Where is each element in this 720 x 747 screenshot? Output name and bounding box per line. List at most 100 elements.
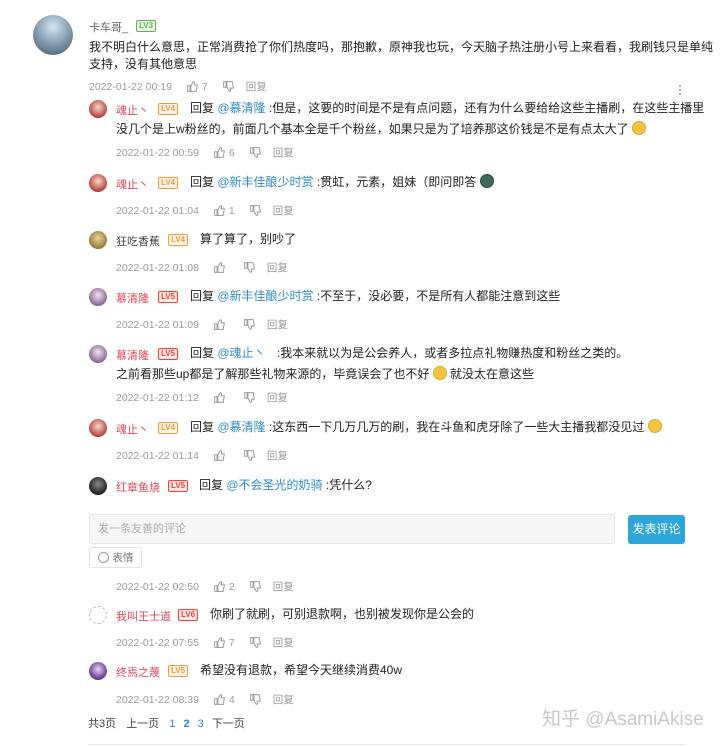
like-count: 4 bbox=[228, 693, 235, 706]
level-badge: LV5 bbox=[168, 665, 189, 677]
thumb-down-icon[interactable] bbox=[249, 636, 262, 649]
mention-link[interactable]: @不会圣光的奶骑 bbox=[226, 478, 322, 492]
reply-content: 就没太在意这些 bbox=[450, 367, 535, 381]
username[interactable]: 终焉之蔑 bbox=[116, 664, 160, 680]
reply-button[interactable]: 回复 bbox=[267, 317, 288, 332]
post-comment-button[interactable]: 发表评论 bbox=[628, 515, 685, 544]
reply-button[interactable]: 回复 bbox=[273, 692, 294, 707]
thumb-up-icon[interactable] bbox=[213, 693, 226, 706]
reply-content: 之前看那些up都是了解那些礼物来源的，毕竟误会了也不好 bbox=[116, 367, 430, 381]
level-badge: LV6 bbox=[178, 609, 199, 621]
smile-icon bbox=[97, 552, 109, 563]
emoji-button[interactable]: 表情 bbox=[89, 547, 142, 568]
mention-link[interactable]: @慕清隆 bbox=[217, 420, 265, 434]
username[interactable]: 卡车哥_ bbox=[89, 19, 128, 35]
reply-button[interactable]: 回复 bbox=[267, 260, 288, 275]
username[interactable]: 慕清隆 bbox=[116, 347, 149, 363]
avatar[interactable] bbox=[89, 419, 107, 437]
thumb-down-icon[interactable] bbox=[249, 146, 262, 159]
avatar[interactable] bbox=[89, 662, 107, 680]
username[interactable]: 魂止丶 bbox=[116, 421, 149, 437]
mention-link[interactable]: @新丰佳酿少时赏 bbox=[217, 175, 313, 189]
avatar[interactable] bbox=[89, 174, 107, 192]
avatar[interactable] bbox=[89, 345, 107, 363]
thumb-down-icon[interactable] bbox=[249, 204, 262, 217]
avatar[interactable] bbox=[89, 100, 107, 118]
reply-text: 回复 @新丰佳酿少时赏 :不至于，没必要，不是所有人都能注意到这些 bbox=[190, 286, 560, 306]
avatar[interactable] bbox=[89, 606, 107, 624]
level-badge: LV4 bbox=[168, 234, 189, 246]
avatar[interactable] bbox=[89, 231, 107, 249]
username[interactable]: 魂止丶 bbox=[116, 102, 149, 118]
avatar[interactable] bbox=[33, 15, 73, 55]
reply-meta: 2022-01-22 02:50 2 回复 bbox=[116, 579, 294, 594]
mention-link[interactable]: @慕清隆 bbox=[217, 101, 265, 115]
thumb-down-icon[interactable] bbox=[243, 391, 256, 404]
mention-link[interactable]: @新丰佳酿少时赏 bbox=[217, 289, 313, 303]
emoji-icon bbox=[647, 419, 662, 433]
reply-prefix: 回复 bbox=[190, 289, 215, 303]
thumb-up-icon[interactable] bbox=[213, 580, 226, 593]
reply-meta: 2022-01-22 01:09 回复 bbox=[116, 317, 288, 332]
page-link[interactable]: 1 bbox=[169, 718, 175, 730]
username[interactable]: 狂吃香蕉 bbox=[116, 233, 160, 249]
reply-button[interactable]: 回复 bbox=[273, 579, 294, 594]
watermark: 知乎 @AsamiAkise bbox=[542, 709, 704, 730]
reply-button[interactable]: 回复 bbox=[246, 79, 267, 94]
avatar[interactable] bbox=[89, 288, 107, 306]
timestamp: 2022-01-22 00:19 bbox=[89, 80, 172, 93]
thumb-down-icon[interactable] bbox=[243, 318, 256, 331]
page-link[interactable]: 3 bbox=[198, 718, 204, 730]
comment-input[interactable]: 发一条友善的评论 bbox=[89, 514, 615, 544]
like-count: 7 bbox=[201, 80, 208, 93]
timestamp: 2022-01-22 00:59 bbox=[116, 146, 199, 159]
username[interactable]: 我叫王士道 bbox=[116, 608, 171, 624]
reply-prefix: 回复 bbox=[190, 101, 215, 115]
reply-prefix: 回复 bbox=[190, 346, 215, 360]
timestamp: 2022-01-22 01:14 bbox=[116, 449, 199, 462]
username[interactable]: 红章鱼烧 bbox=[116, 479, 160, 495]
comment-meta: 2022-01-22 00:19 7 回复 bbox=[89, 79, 267, 94]
thumb-down-icon[interactable] bbox=[249, 693, 262, 706]
emoji-icon bbox=[432, 366, 447, 380]
reply-content: 没几个是上w粉丝的，前面几个基本全是千个粉丝，如果只是为了培养那这价钱是不是有点… bbox=[116, 122, 629, 136]
reply-button[interactable]: 回复 bbox=[267, 448, 288, 463]
mention-link[interactable]: @魂止丶 bbox=[217, 346, 265, 360]
reply-text: 回复 @不会圣光的奶骑 :凭什么? bbox=[199, 475, 372, 495]
reply-meta: 2022-01-22 01:04 1 回复 bbox=[116, 203, 294, 218]
divider bbox=[88, 744, 684, 745]
username[interactable]: 魂止丶 bbox=[116, 176, 149, 192]
thumb-up-icon[interactable] bbox=[213, 261, 226, 274]
thumb-down-icon[interactable] bbox=[243, 261, 256, 274]
reply-button[interactable]: 回复 bbox=[273, 145, 294, 160]
reply-button[interactable]: 回复 bbox=[273, 203, 294, 218]
reply-button[interactable]: 回复 bbox=[267, 390, 288, 405]
reply-button[interactable]: 回复 bbox=[273, 635, 294, 650]
thumb-down-icon[interactable] bbox=[222, 80, 235, 93]
timestamp: 2022-01-22 01:08 bbox=[116, 261, 199, 274]
next-page-button[interactable]: 下一页 bbox=[212, 718, 245, 730]
thumb-up-icon[interactable] bbox=[213, 391, 226, 404]
like-count: 2 bbox=[228, 580, 235, 593]
timestamp: 2022-01-22 07:55 bbox=[116, 636, 199, 649]
thumb-up-icon[interactable] bbox=[213, 318, 226, 331]
thumb-up-icon[interactable] bbox=[213, 636, 226, 649]
timestamp: 2022-01-22 08:39 bbox=[116, 693, 199, 706]
thumb-up-icon[interactable] bbox=[186, 80, 199, 93]
avatar[interactable] bbox=[89, 477, 107, 495]
thumb-down-icon[interactable] bbox=[249, 580, 262, 593]
timestamp: 2022-01-22 01:12 bbox=[116, 391, 199, 404]
reply-prefix: 回复 bbox=[190, 420, 215, 434]
thumb-up-icon[interactable] bbox=[213, 449, 226, 462]
thumb-up-icon[interactable] bbox=[213, 146, 226, 159]
reply-content: :不至于，没必要，不是所有人都能注意到这些 bbox=[316, 289, 561, 303]
more-icon[interactable] bbox=[678, 83, 682, 97]
username[interactable]: 慕清隆 bbox=[116, 290, 149, 306]
page-total: 共3页 bbox=[88, 718, 117, 730]
reply-text: 希望没有退款，希望今天继续消费40w bbox=[200, 663, 403, 677]
prev-page-button[interactable]: 上一页 bbox=[126, 718, 159, 730]
timestamp: 2022-01-22 01:04 bbox=[116, 204, 199, 217]
reply-prefix: 回复 bbox=[190, 175, 215, 189]
thumb-up-icon[interactable] bbox=[213, 204, 226, 217]
thumb-down-icon[interactable] bbox=[243, 449, 256, 462]
